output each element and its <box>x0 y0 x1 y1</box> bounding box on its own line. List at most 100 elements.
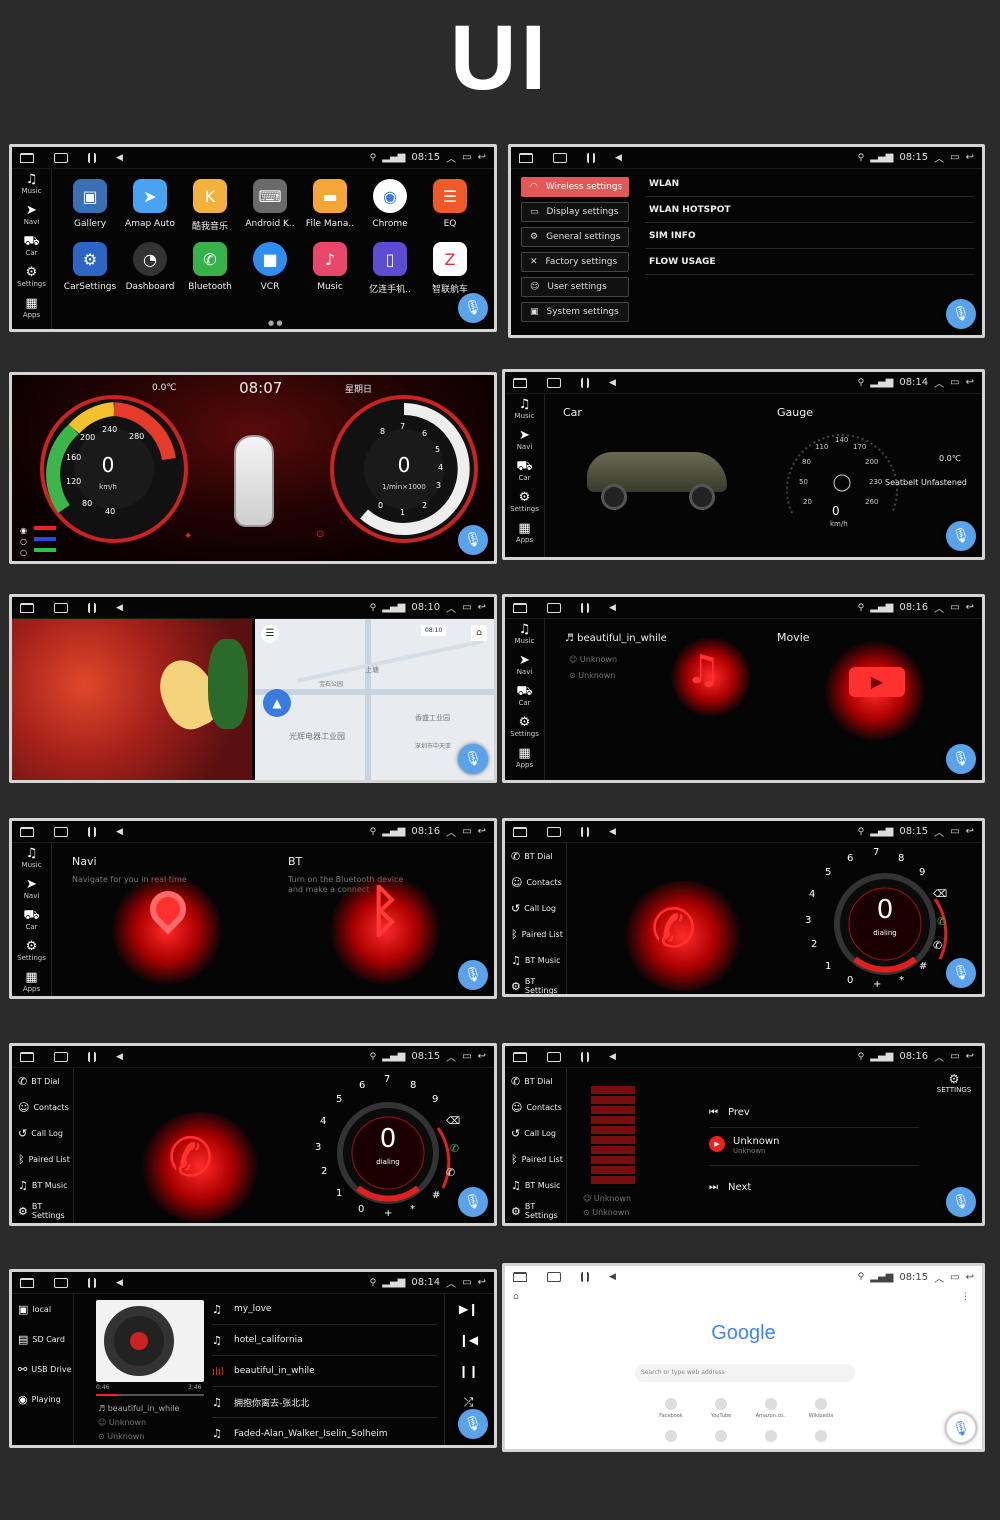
list-item[interactable]: ♫ 拥抱你离去-张北北 <box>212 1387 438 1418</box>
window-icon[interactable]: ▭ <box>950 826 959 837</box>
contacts-tab[interactable]: ☺ Contacts <box>505 1094 566 1120</box>
bt-music-tab[interactable]: ♫ BT Music <box>12 1172 73 1198</box>
split-icon[interactable] <box>587 152 595 163</box>
mic-button[interactable]: 🎙 <box>946 299 976 329</box>
split-icon[interactable] <box>88 1277 96 1288</box>
shortcut-icon[interactable] <box>715 1430 727 1442</box>
split-icon[interactable] <box>581 826 589 837</box>
mic-button[interactable]: 🎙 <box>946 1413 976 1443</box>
call-log-tab[interactable]: ↺ Call Log <box>505 895 566 921</box>
screen-icon[interactable] <box>54 1277 68 1288</box>
window-icon[interactable]: ▭ <box>950 1272 959 1283</box>
shortcut-amazon[interactable]: Amazon.co.. <box>751 1398 791 1419</box>
shortcut-youtube[interactable]: YouTube <box>701 1398 741 1419</box>
chevron-up-icon[interactable]: ︿ <box>446 1275 456 1290</box>
sidebar-item-settings[interactable]: ⚙ Settings <box>12 262 51 293</box>
app-kuwo[interactable]: K 酷我音乐 <box>180 179 240 232</box>
progress-bar[interactable] <box>96 1394 204 1396</box>
home-icon[interactable] <box>513 377 527 388</box>
screen-icon[interactable] <box>54 826 68 837</box>
window-icon[interactable]: ▭ <box>950 1051 959 1062</box>
window-icon[interactable]: ▭ <box>950 152 959 163</box>
search-input[interactable]: Search or type web address <box>635 1364 855 1382</box>
mic-button[interactable]: 🎙 <box>458 525 488 555</box>
list-item-wlan[interactable]: WLAN <box>645 171 974 197</box>
chevron-up-icon[interactable]: ︿ <box>934 1270 944 1285</box>
home-icon[interactable] <box>20 1277 34 1288</box>
sidebar-item-apps[interactable]: ▦ Apps <box>505 743 544 774</box>
map-home-button[interactable]: ⌂ <box>471 625 487 641</box>
now-playing[interactable]: ▶ Unknown Unknown <box>709 1132 919 1166</box>
display-settings-button[interactable]: ▭ Display settings <box>521 202 629 222</box>
chevron-up-icon[interactable]: ︿ <box>446 150 456 165</box>
back-icon[interactable]: ↩ <box>966 826 974 837</box>
chevron-up-icon[interactable]: ︿ <box>934 375 944 390</box>
sidebar-item-apps[interactable]: ▦ Apps <box>12 967 51 996</box>
music-card[interactable]: ♬ beautiful_in_while ☺ Unknown ⊙ Unknown… <box>561 627 751 777</box>
movie-camera-icon[interactable]: ▶ <box>849 667 905 697</box>
home-icon[interactable] <box>20 826 34 837</box>
window-icon[interactable]: ▭ <box>950 602 959 613</box>
back-icon[interactable]: ↩ <box>966 1272 974 1283</box>
back-icon[interactable]: ↩ <box>966 602 974 613</box>
back-icon[interactable]: ↩ <box>478 1051 486 1062</box>
chevron-up-icon[interactable]: ︿ <box>934 150 944 165</box>
app-amap[interactable]: ➤ Amap Auto <box>120 179 180 232</box>
volume-icon[interactable]: ◀ <box>116 1278 123 1288</box>
bt-music-settings-button[interactable]: ⚙ SETTINGS <box>929 1072 979 1094</box>
chevron-up-icon[interactable]: ︿ <box>934 600 944 615</box>
pause-icon[interactable]: ❙❙ <box>445 1356 492 1387</box>
mic-button[interactable]: 🎙 <box>946 958 976 988</box>
app-music[interactable]: ♪ Music <box>300 242 360 295</box>
system-settings-button[interactable]: ▣ System settings <box>521 302 629 322</box>
paired-list-tab[interactable]: ᛒ Paired List <box>505 1146 566 1172</box>
delete-icon[interactable]: ⌫ <box>933 889 947 900</box>
mic-button[interactable]: 🎙 <box>458 293 488 323</box>
window-icon[interactable]: ▭ <box>462 602 471 613</box>
bt-dial-tab[interactable]: ✆ BT Dial <box>12 1068 73 1094</box>
browser-home-icon[interactable]: ⌂ <box>513 1292 519 1302</box>
navi-card[interactable]: Navi Navigate for you in real time <box>62 845 272 995</box>
bt-settings-tab[interactable]: ⚙ BT Settings <box>505 973 566 994</box>
home-icon[interactable] <box>519 152 533 163</box>
hangup-icon[interactable]: ✆ <box>446 1166 455 1179</box>
screen-icon[interactable] <box>547 377 561 388</box>
bt-dial-tab[interactable]: ✆ BT Dial <box>505 1068 566 1094</box>
app-dashboard[interactable]: ◔ Dashboard <box>120 242 180 295</box>
split-icon[interactable] <box>88 1051 96 1062</box>
contacts-tab[interactable]: ☺ Contacts <box>12 1094 73 1120</box>
sidebar-item-settings[interactable]: ⚙ Settings <box>505 487 544 518</box>
home-icon[interactable] <box>513 1051 527 1062</box>
sidebar-item-car[interactable]: ⛟ Car <box>12 231 51 262</box>
user-settings-button[interactable]: ☺ User settings <box>521 277 629 297</box>
sidebar-item-music[interactable]: ♫ Music <box>505 394 544 425</box>
sidebar-item-settings[interactable]: ⚙ Settings <box>12 936 51 967</box>
split-icon[interactable] <box>88 826 96 837</box>
shortcut-icon[interactable] <box>815 1430 827 1442</box>
home-icon[interactable] <box>20 1051 34 1062</box>
volume-icon[interactable]: ◀ <box>116 603 123 613</box>
next-button[interactable]: ⏭ Next <box>709 1172 919 1202</box>
call-log-tab[interactable]: ↺ Call Log <box>505 1120 566 1146</box>
map-menu-button[interactable]: ☰ <box>261 625 279 643</box>
list-item-hotspot[interactable]: WLAN HOTSPOT <box>645 197 974 223</box>
call-log-tab[interactable]: ↺ Call Log <box>12 1120 73 1146</box>
back-icon[interactable]: ↩ <box>478 152 486 163</box>
back-icon[interactable]: ↩ <box>478 1277 486 1288</box>
source-usb[interactable]: ⚯ USB Drive <box>12 1354 73 1384</box>
video-view[interactable] <box>12 619 252 780</box>
bt-dial-tab[interactable]: ✆ BT Dial <box>505 843 566 869</box>
sidebar-item-music[interactable]: ♫ Music <box>12 169 51 200</box>
source-local[interactable]: ▣ local <box>12 1294 73 1324</box>
app-gallery[interactable]: ▣ Gallery <box>60 179 120 232</box>
window-icon[interactable]: ▭ <box>462 1051 471 1062</box>
bt-settings-tab[interactable]: ⚙ BT Settings <box>12 1198 73 1223</box>
mic-button[interactable]: 🎙 <box>946 521 976 551</box>
call-icon[interactable]: ✆ <box>937 915 946 928</box>
delete-icon[interactable]: ⌫ <box>446 1116 460 1127</box>
bt-settings-tab[interactable]: ⚙ BT Settings <box>505 1198 566 1223</box>
back-icon[interactable]: ↩ <box>478 602 486 613</box>
hangup-icon[interactable]: ✆ <box>933 939 942 952</box>
back-icon[interactable]: ↩ <box>966 377 974 388</box>
chevron-up-icon[interactable]: ︿ <box>446 824 456 839</box>
